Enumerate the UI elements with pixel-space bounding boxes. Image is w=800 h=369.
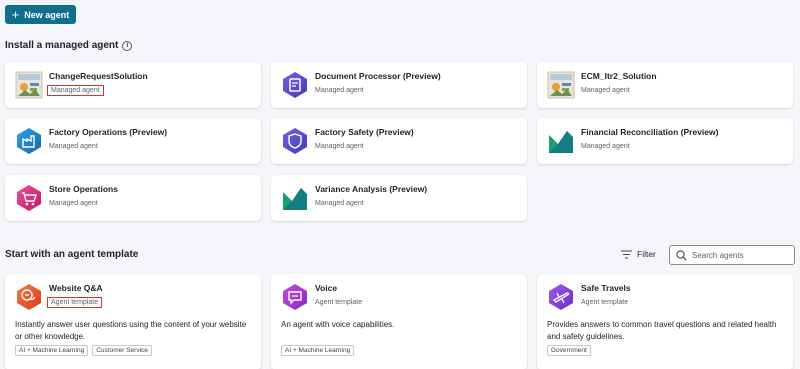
filter-icon: [621, 249, 632, 259]
voice-chat-icon: [283, 284, 307, 310]
card-subtitle: Managed agent: [315, 87, 364, 94]
card-title: Store Operations: [49, 184, 118, 194]
tag: AI + Machine Learning: [281, 345, 355, 356]
filter-button[interactable]: Filter: [621, 249, 656, 259]
safety-shield-icon: [283, 128, 307, 154]
card-subtitle: Agent template: [46, 297, 103, 308]
new-agent-button[interactable]: + New agent: [5, 5, 76, 24]
managed-card-document-processor[interactable]: Document Processor (Preview) Managed age…: [271, 62, 527, 108]
managed-section-title-text: Install a managed agent: [5, 40, 119, 51]
chat-bubble-icon: [17, 284, 41, 310]
managed-card-factory-safety[interactable]: Factory Safety (Preview) Managed agent: [271, 118, 527, 164]
tag-list: Government: [547, 345, 591, 356]
search-input[interactable]: [692, 250, 792, 260]
card-subtitle: Managed agent: [581, 87, 630, 94]
tag-list: AI + Machine Learning: [281, 345, 355, 356]
chart-icon: [283, 188, 307, 210]
card-subtitle: Agent template: [581, 299, 629, 306]
managed-card-factory-operations[interactable]: Factory Operations (Preview) Managed age…: [5, 118, 261, 164]
card-title: Variance Analysis (Preview): [315, 184, 428, 194]
card-subtitle: Managed agent: [315, 143, 364, 150]
template-card-safe-travels[interactable]: Safe Travels Agent template Provides ans…: [537, 274, 793, 369]
card-title: Factory Safety (Preview): [315, 127, 414, 137]
template-card-voice[interactable]: Voice Agent template An agent with voice…: [271, 274, 527, 369]
managed-card-store-operations[interactable]: Store Operations Managed agent: [5, 175, 261, 221]
info-icon[interactable]: i: [122, 40, 133, 51]
managed-card-ecm[interactable]: ECM_Itr2_Solution Managed agent: [537, 62, 793, 108]
tag: Government: [547, 345, 591, 356]
card-subtitle: Managed agent: [49, 200, 98, 207]
card-subtitle: Agent template: [315, 299, 363, 306]
factory-icon: [17, 128, 41, 154]
document-processor-icon: [283, 72, 307, 98]
template-card-website-qa[interactable]: Website Q&A Agent template Instantly ans…: [5, 274, 261, 369]
airplane-icon: [549, 284, 573, 310]
card-description: An agent with voice capabilities.: [281, 320, 395, 329]
managed-card-variance-analysis[interactable]: Variance Analysis (Preview) Managed agen…: [271, 175, 527, 221]
new-agent-label: New agent: [24, 9, 70, 20]
card-title: Safe Travels: [581, 283, 631, 293]
managed-card-change-request[interactable]: ChangeRequestSolution Managed agent: [5, 62, 261, 108]
chart-icon: [549, 131, 573, 153]
card-title: Financial Reconciliation (Preview): [581, 127, 719, 137]
card-subtitle: Managed agent: [49, 143, 98, 150]
card-description: Instantly answer user questions using th…: [15, 320, 247, 341]
image-thumbnail-icon: [547, 71, 575, 99]
image-thumbnail-icon: [15, 71, 43, 99]
managed-section-title: Install a managed agent i: [5, 40, 133, 51]
tag: AI + Machine Learning: [15, 345, 89, 356]
filter-label: Filter: [637, 249, 656, 259]
card-subtitle: Managed agent: [581, 143, 630, 150]
managed-card-financial-reconciliation[interactable]: Financial Reconciliation (Preview) Manag…: [537, 118, 793, 164]
template-section-title-text: Start with an agent template: [5, 249, 139, 260]
search-icon: [676, 249, 687, 261]
template-section-title: Start with an agent template: [5, 249, 138, 260]
search-box[interactable]: [669, 245, 795, 265]
card-title: Factory Operations (Preview): [49, 127, 168, 137]
card-description: Provides answers to common travel questi…: [547, 320, 777, 341]
card-title: Document Processor (Preview): [315, 71, 441, 81]
card-title: Website Q&A: [49, 283, 103, 293]
card-title: ECM_Itr2_Solution: [581, 71, 657, 81]
tag: Customer Service: [92, 345, 152, 356]
plus-icon: +: [11, 6, 20, 22]
tag-list: AI + Machine Learning Customer Service: [15, 345, 152, 356]
card-title: ChangeRequestSolution: [49, 71, 148, 81]
card-title: Voice: [315, 283, 338, 293]
card-subtitle: Managed agent: [47, 85, 104, 96]
card-subtitle: Managed agent: [315, 200, 364, 207]
shopping-cart-icon: [17, 185, 41, 211]
